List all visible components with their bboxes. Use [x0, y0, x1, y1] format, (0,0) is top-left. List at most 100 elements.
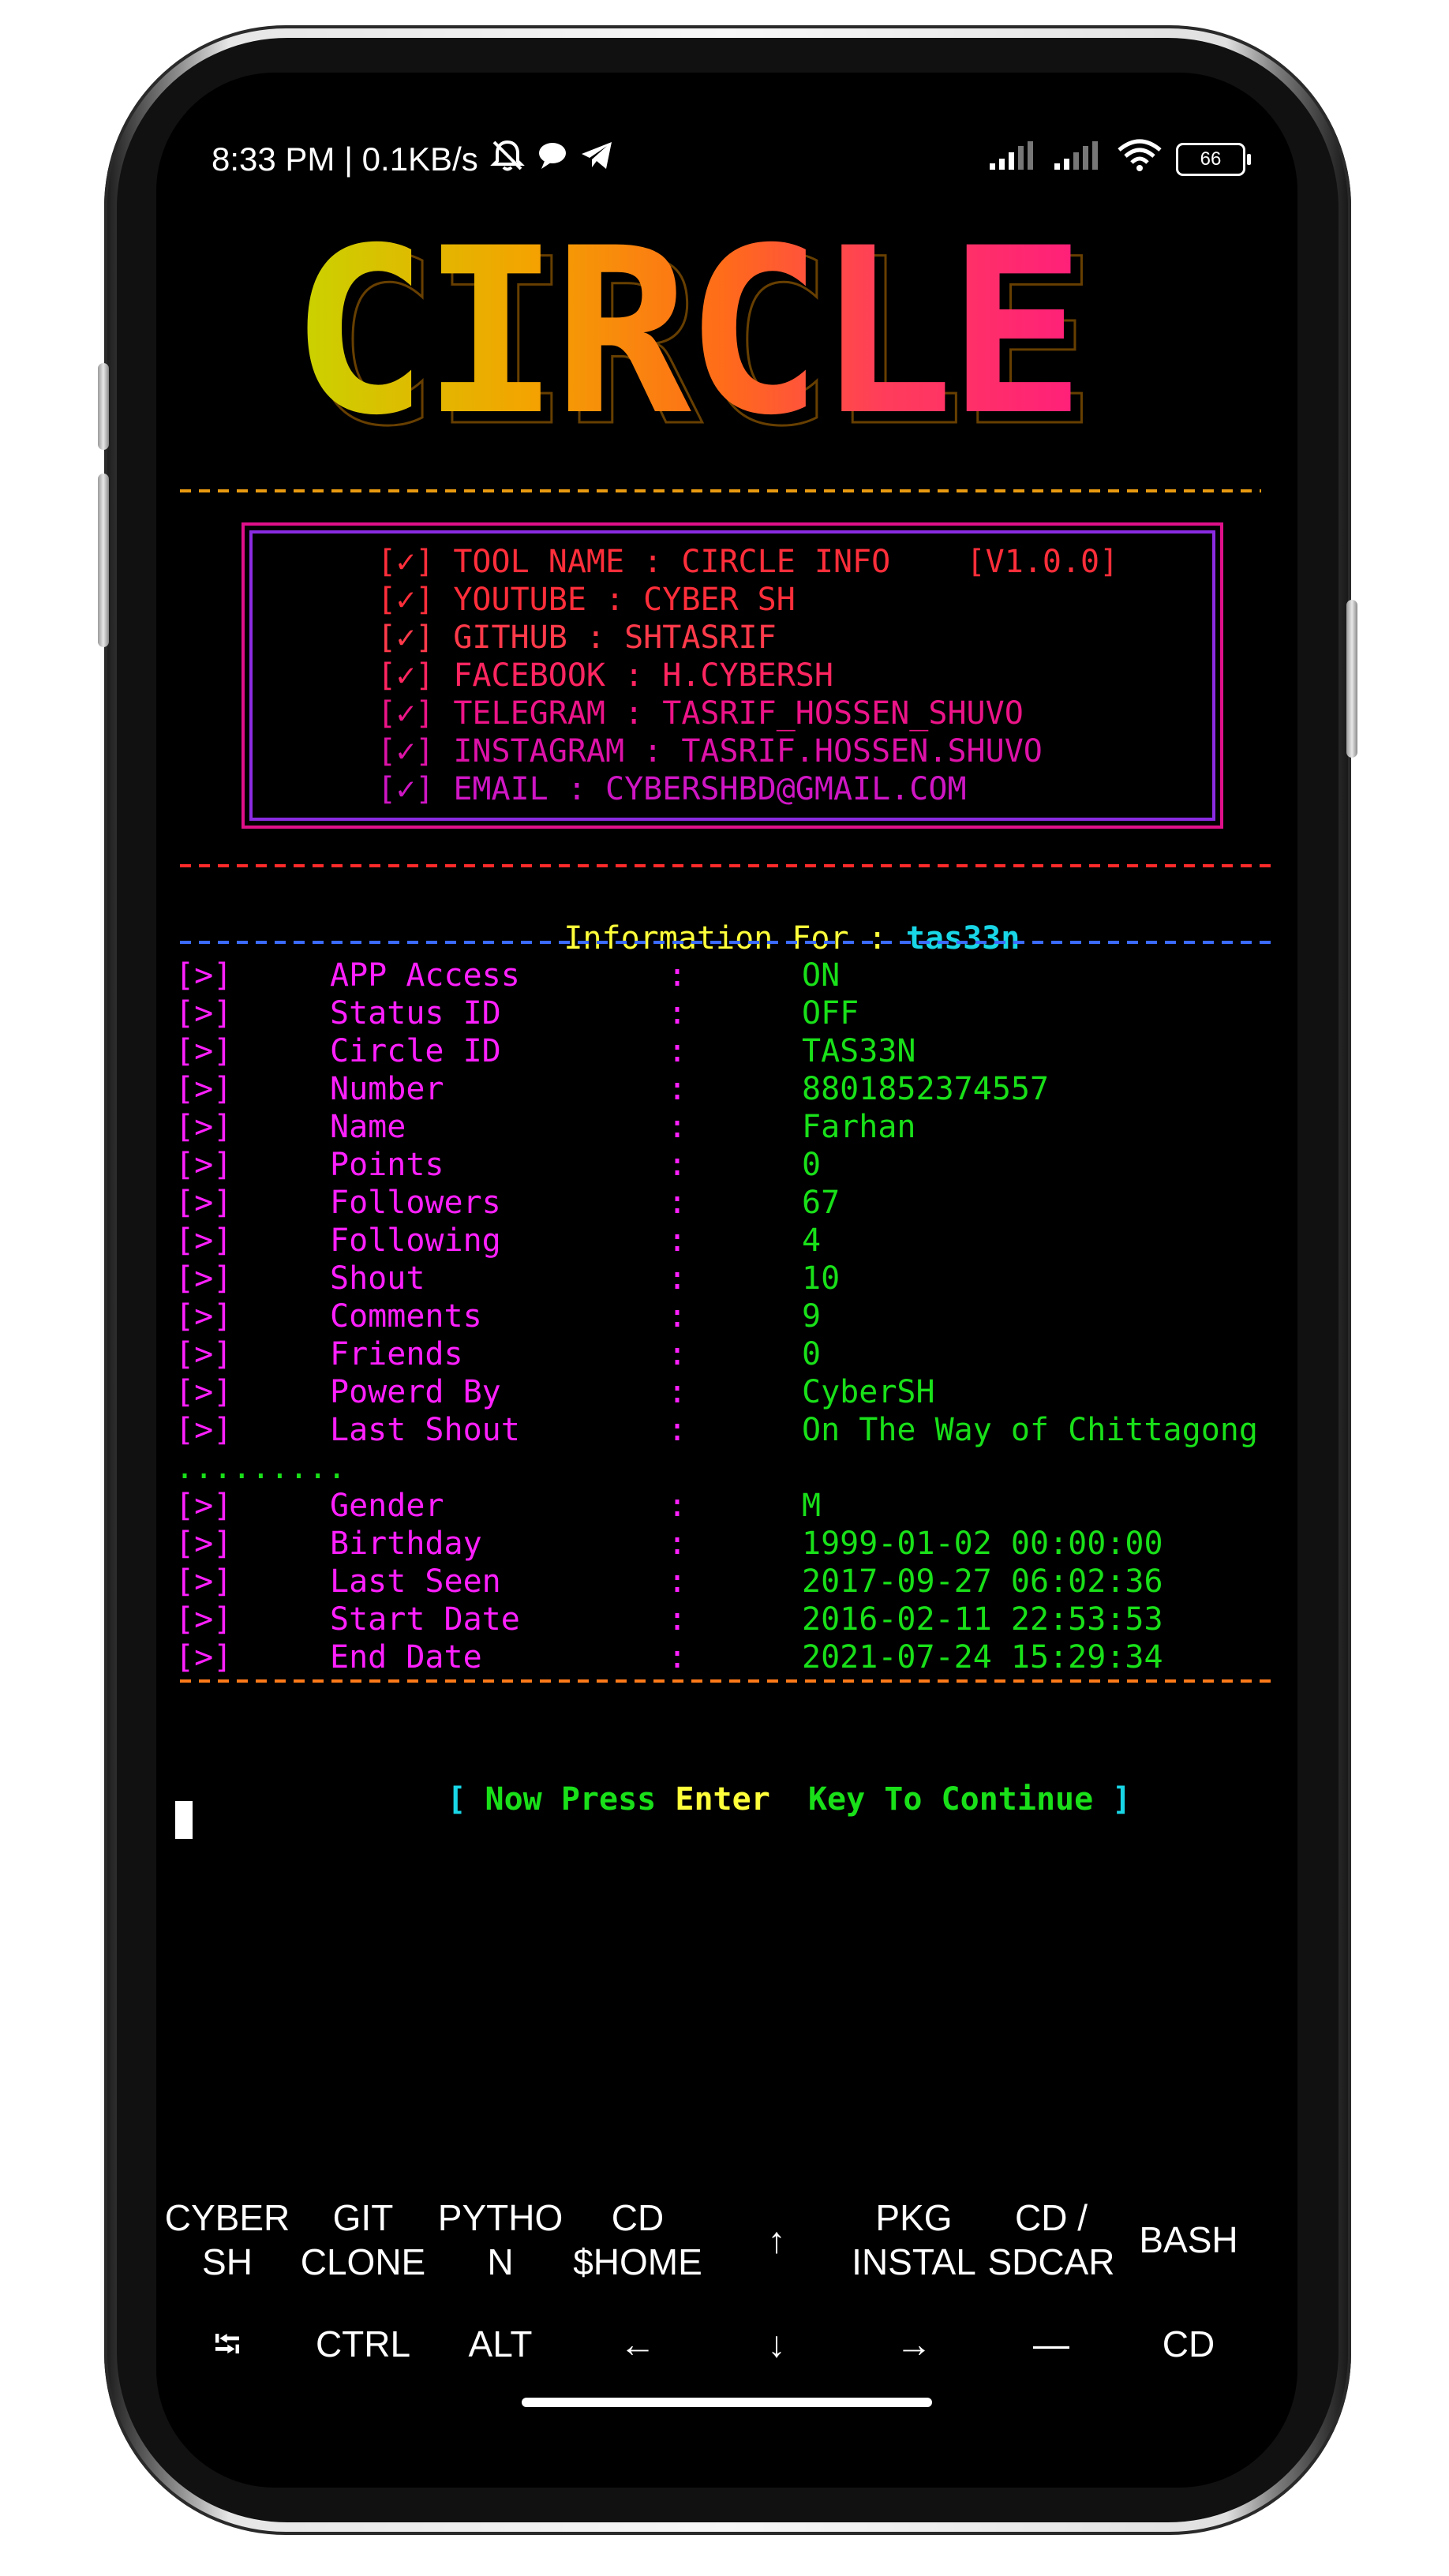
row-label: Friends	[330, 1336, 463, 1372]
signal-icon	[988, 140, 1039, 179]
divider	[180, 1679, 1277, 1683]
row-separator: :	[668, 1222, 687, 1259]
key-cd[interactable]: CD	[1118, 2322, 1260, 2366]
row-prefix: [>]	[175, 1222, 233, 1259]
info-row: [>] End Date: 2021-07-24 15:29:34	[175, 1638, 1163, 1676]
row-label: Birthday	[330, 1526, 482, 1562]
info-row: [>] Gender: M	[175, 1487, 821, 1525]
continue-prompt: [ Now Press Enter Key To Continue ]	[371, 1743, 1131, 1856]
row-prefix: [>]	[175, 1526, 233, 1562]
row-label: Comments	[330, 1298, 482, 1335]
key-dash[interactable]: —	[980, 2322, 1122, 2366]
row-prefix: [>]	[175, 1336, 233, 1372]
key-alt[interactable]: ALT	[429, 2322, 571, 2366]
terminal-screen[interactable]: 8:33 PM | 0.1KB/s 66 CIRCLE [✓] TOOL NAM…	[156, 73, 1297, 2488]
row-separator: :	[668, 1147, 687, 1183]
row-value: 2021-07-24 15:29:34	[802, 1639, 1163, 1676]
status-time: 8:33 PM | 0.1KB/s	[212, 140, 478, 178]
key-arrow-down[interactable]: ↓	[706, 2322, 848, 2366]
row-value: On The Way of Chittagong	[802, 1412, 1258, 1448]
row-label: Powerd By	[330, 1374, 501, 1410]
row-value: OFF	[802, 995, 859, 1032]
key-arrow-right[interactable]: →	[843, 2322, 985, 2366]
row-label: Number	[330, 1071, 444, 1107]
row-prefix: [>]	[175, 1033, 233, 1069]
row-separator: :	[668, 1601, 687, 1638]
row-label: Start Date	[330, 1601, 520, 1638]
row-prefix: [>]	[175, 1601, 233, 1638]
row-value: 9	[802, 1298, 822, 1335]
row-value: 10	[802, 1260, 841, 1297]
row-label: Followers	[330, 1185, 501, 1221]
info-row: [>] Friends: 0	[175, 1335, 821, 1373]
divider	[180, 941, 1277, 944]
key-python[interactable]: PYTHO N	[429, 2196, 571, 2284]
info-row: [>] Powerd By: CyberSH	[175, 1373, 935, 1411]
row-prefix: [>]	[175, 1260, 233, 1297]
divider	[180, 489, 1261, 492]
home-indicator[interactable]	[522, 2398, 932, 2407]
terminal-cursor	[175, 1801, 193, 1839]
row-label: Last Seen	[330, 1563, 501, 1600]
row-separator: :	[668, 1298, 687, 1335]
row-separator: :	[668, 1336, 687, 1372]
info-row: [>] Last Shout: On The Way of Chittagong	[175, 1411, 1258, 1449]
row-prefix: [>]	[175, 1374, 233, 1410]
info-row: [>] Number: 8801852374557	[175, 1070, 1049, 1108]
row-separator: :	[668, 1109, 687, 1145]
info-row: [>] Following: 4	[175, 1222, 821, 1260]
info-row: [>] Birthday: 1999-01-02 00:00:00	[175, 1525, 1163, 1563]
row-prefix: [>]	[175, 957, 233, 994]
key-git-clone[interactable]: GIT CLONE	[292, 2196, 434, 2284]
divider	[180, 864, 1277, 867]
row-label: Points	[330, 1147, 444, 1183]
key-tab[interactable]: ⭾	[156, 2322, 298, 2366]
row-separator: :	[668, 995, 687, 1032]
row-label: Status ID	[330, 995, 501, 1032]
row-value: 8801852374557	[802, 1071, 1050, 1107]
row-value: CyberSH	[802, 1374, 935, 1410]
info-line-facebook: [✓] FACEBOOK : H.CYBERSH	[377, 657, 833, 694]
wifi-icon	[1118, 139, 1162, 180]
info-row: [>] Name: Farhan	[175, 1108, 916, 1146]
info-row: [>] Start Date: 2016-02-11 22:53:53	[175, 1601, 1163, 1638]
info-row: [>] Points: 0	[175, 1146, 821, 1184]
row-label: Following	[330, 1222, 501, 1259]
row-value: 1999-01-02 00:00:00	[802, 1526, 1163, 1562]
key-cd-home[interactable]: CD $HOME	[567, 2196, 709, 2284]
row-separator: :	[668, 1412, 687, 1448]
row-separator: :	[668, 1488, 687, 1524]
row-label: Last Shout	[330, 1412, 520, 1448]
key-ctrl[interactable]: CTRL	[292, 2322, 434, 2366]
info-line-email: [✓] EMAIL : CYBERSHBD@GMAIL.COM	[377, 771, 967, 807]
info-for-label: Information For	[564, 920, 849, 957]
row-prefix: [>]	[175, 1488, 233, 1524]
row-value: 2016-02-11 22:53:53	[802, 1601, 1163, 1638]
info-row: [>] Status ID: OFF	[175, 994, 859, 1032]
prompt-enter: Enter	[675, 1781, 770, 1818]
info-line-instagram: [✓] INSTAGRAM : TASRIF.HOSSEN.SHUVO	[377, 733, 1043, 769]
key-bash[interactable]: BASH	[1118, 2218, 1260, 2262]
row-prefix: [>]	[175, 1071, 233, 1107]
volume-button	[98, 363, 109, 450]
info-row: [>] APP Access: ON	[175, 957, 840, 994]
info-line-youtube: [✓] YOUTUBE : CYBER SH	[377, 582, 796, 618]
key-pkg-install[interactable]: PKG INSTAL	[843, 2196, 985, 2284]
prompt-text-2: Key To Continue	[807, 1781, 1094, 1818]
row-label: End Date	[330, 1639, 482, 1676]
row-label: Shout	[330, 1260, 425, 1297]
row-value: TAS33N	[802, 1033, 916, 1069]
row-value: ON	[802, 957, 841, 994]
info-line-tool: [✓] TOOL NAME : CIRCLE INFO [V1.0.0]	[377, 544, 1119, 580]
key-arrow-up[interactable]: ↑	[706, 2218, 848, 2262]
key-arrow-left[interactable]: ←	[567, 2322, 709, 2366]
key-cd-sdcard[interactable]: CD / SDCAR	[980, 2196, 1122, 2284]
row-prefix: [>]	[175, 1185, 233, 1221]
key-cyber-sh[interactable]: CYBER SH	[156, 2196, 298, 2284]
info-row: [>] Shout: 10	[175, 1260, 840, 1297]
row-prefix: [>]	[175, 1298, 233, 1335]
status-bar: 8:33 PM | 0.1KB/s 66	[212, 136, 1251, 183]
circle-banner: CIRCLE CIRCLE	[290, 219, 1135, 460]
row-separator: :	[668, 1563, 687, 1600]
information-for-line: Information For : tas33n	[488, 882, 1020, 995]
